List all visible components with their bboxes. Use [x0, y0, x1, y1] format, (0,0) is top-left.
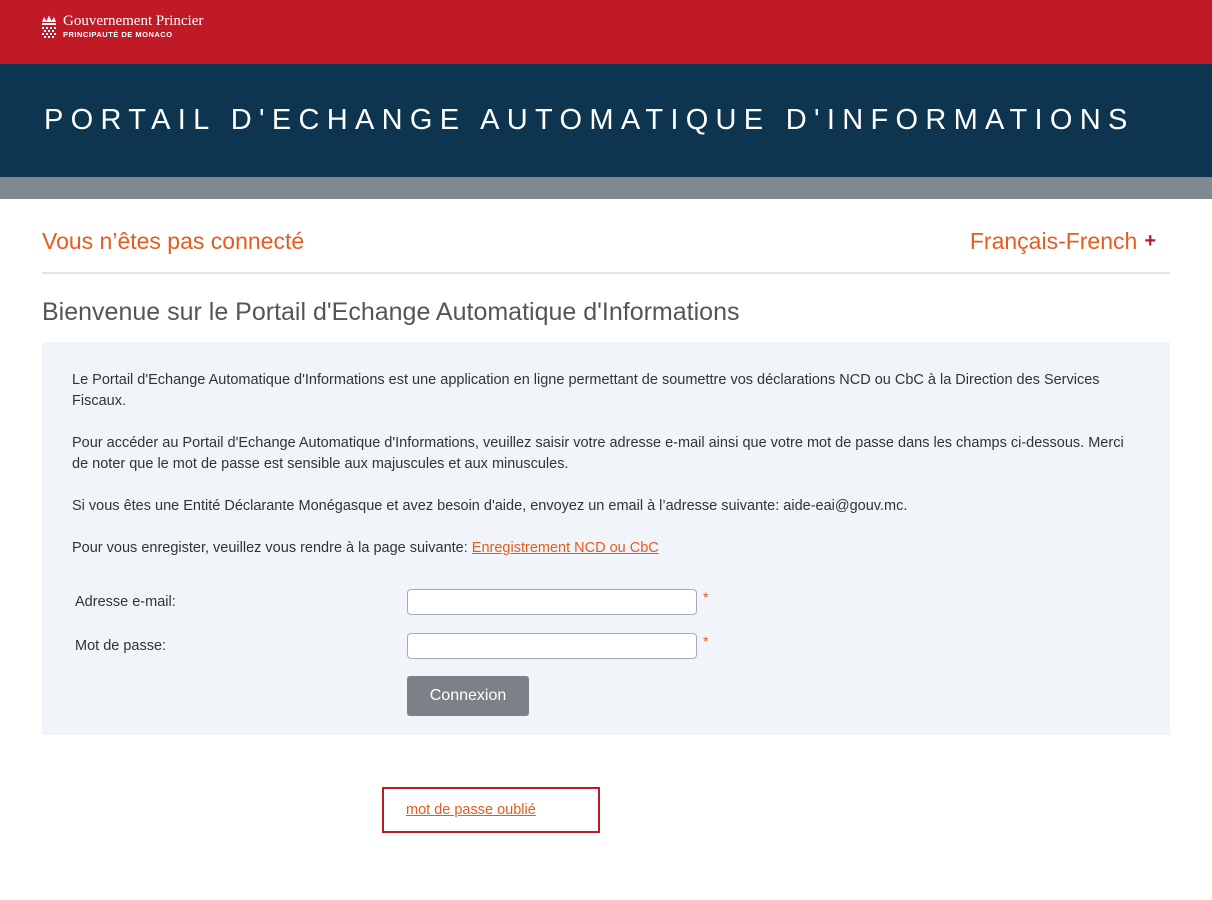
- principality-name: PRINCIPAUTÉ DE MONACO: [63, 30, 173, 39]
- connection-status: Vous n’êtes pas connecté: [42, 228, 305, 254]
- welcome-heading: Bienvenue sur le Portail d'Echange Autom…: [42, 298, 740, 326]
- register-text: Pour vous enregister, veuillez vous rend…: [72, 540, 472, 556]
- login-panel: Le Portail d'Echange Automatique d'Infor…: [42, 342, 1170, 735]
- submit-row: Connexion: [407, 676, 1140, 716]
- intro-paragraph: Le Portail d'Echange Automatique d'Infor…: [72, 372, 1100, 409]
- portal-title-bar: PORTAIL D'ECHANGE AUTOMATIQUE D'INFORMAT…: [0, 64, 1212, 177]
- registration-link[interactable]: Enregistrement NCD ou CbC: [472, 540, 659, 556]
- password-label: Mot de passe:: [75, 638, 167, 654]
- crown-crest-icon: [42, 15, 56, 38]
- main-content: Vous n’êtes pas connecté Français-French…: [42, 199, 1170, 833]
- register-paragraph: Pour vous enregister, veuillez vous rend…: [72, 538, 1140, 559]
- email-required-marker: *: [703, 589, 709, 605]
- header-divider-bar: [0, 177, 1212, 199]
- portal-title: PORTAIL D'ECHANGE AUTOMATIQUE D'INFORMAT…: [44, 104, 1135, 136]
- instructions-paragraph: Pour accéder au Portail d'Echange Automa…: [72, 435, 1124, 472]
- government-topbar: Gouvernement Princier PRINCIPAUTÉ DE MON…: [0, 0, 1212, 64]
- forgot-password-highlight: mot de passe oublié: [382, 787, 600, 833]
- login-button[interactable]: Connexion: [407, 676, 529, 716]
- government-name: Gouvernement Princier: [63, 13, 204, 29]
- password-input[interactable]: [407, 633, 697, 659]
- password-required-marker: *: [703, 633, 709, 649]
- plus-icon: +: [1144, 230, 1156, 252]
- status-row: Vous n’êtes pas connecté Français-French…: [42, 199, 1170, 274]
- email-row: Adresse e-mail: *: [72, 580, 1140, 624]
- language-label: Français-French: [969, 228, 1138, 254]
- email-label: Adresse e-mail:: [75, 594, 176, 610]
- government-logo[interactable]: Gouvernement Princier PRINCIPAUTÉ DE MON…: [40, 14, 203, 44]
- email-input[interactable]: [407, 589, 697, 615]
- password-row: Mot de passe: *: [72, 624, 1140, 668]
- forgot-password-link[interactable]: mot de passe oublié: [406, 802, 536, 818]
- help-paragraph: Si vous êtes une Entité Déclarante Monég…: [72, 498, 908, 514]
- language-selector[interactable]: Français-French +: [970, 228, 1170, 255]
